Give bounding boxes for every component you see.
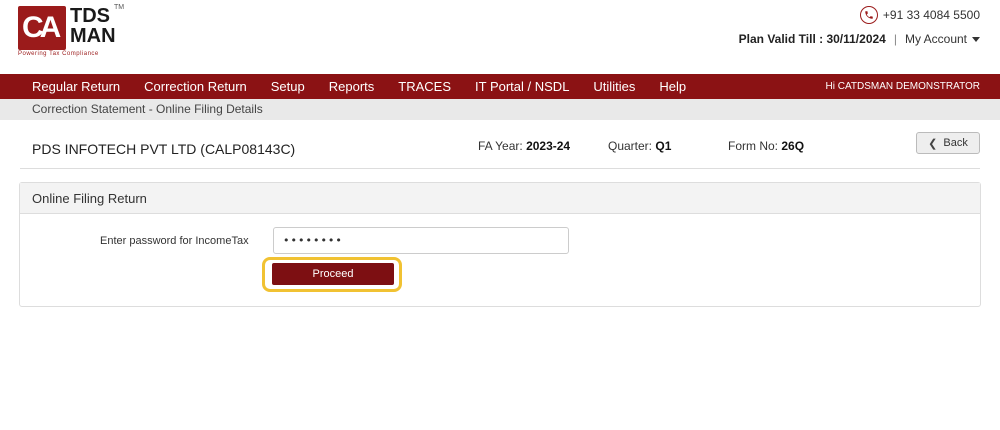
form-no-label: Form No: xyxy=(728,139,779,153)
online-filing-panel: Online Filing Return Enter password for … xyxy=(19,182,981,307)
chevron-left-icon: ❮ xyxy=(928,137,938,150)
caret-down-icon xyxy=(972,36,980,42)
logo-mark-text: CA xyxy=(22,11,61,44)
nav-help[interactable]: Help xyxy=(647,74,698,99)
logo[interactable]: CA TDS MAN TM Powering Tax Compliance xyxy=(18,4,125,57)
phone-number: +91 33 4084 5500 xyxy=(882,8,980,22)
nav-it-portal-nsdl[interactable]: IT Portal / NSDL xyxy=(463,74,581,99)
breadcrumb: Correction Statement - Online Filing Det… xyxy=(0,99,1000,120)
header-separator: | xyxy=(893,32,897,46)
quarter-value: Q1 xyxy=(655,139,672,153)
nav-regular-return[interactable]: Regular Return xyxy=(0,74,132,99)
quarter: Quarter: Q1 xyxy=(608,139,671,153)
back-button[interactable]: ❮ Back xyxy=(916,132,980,154)
user-greeting: Hi CATDSMAN DEMONSTRATOR xyxy=(825,81,980,92)
my-account-dropdown[interactable]: My Account xyxy=(905,32,980,46)
my-account-label: My Account xyxy=(904,32,967,46)
incometax-password-input[interactable] xyxy=(273,227,569,254)
header: CA TDS MAN TM Powering Tax Compliance +9… xyxy=(0,0,1000,74)
logo-name: TDS MAN xyxy=(70,6,116,46)
nav-setup[interactable]: Setup xyxy=(259,74,317,99)
form-no-value: 26Q xyxy=(781,139,805,153)
main-navbar: Regular Return Correction Return Setup R… xyxy=(0,74,1000,99)
return-info-row: PDS INFOTECH PVT LTD (CALP08143C) FA Yea… xyxy=(20,127,980,169)
back-button-label: Back xyxy=(943,137,968,149)
panel-title: Online Filing Return xyxy=(20,183,980,214)
logo-name-line1: TDS xyxy=(70,5,110,27)
fa-year-label: FA Year: xyxy=(478,139,523,153)
nav-utilities[interactable]: Utilities xyxy=(581,74,647,99)
logo-mark: CA xyxy=(18,6,66,50)
proceed-button[interactable]: Proceed xyxy=(272,263,394,285)
phone-contact: +91 33 4084 5500 xyxy=(859,5,980,25)
fa-year-value: 2023-24 xyxy=(526,139,571,153)
company-name: PDS INFOTECH PVT LTD (CALP08143C) xyxy=(32,141,296,157)
logo-name-line2: MAN xyxy=(70,25,116,47)
nav-reports[interactable]: Reports xyxy=(317,74,387,99)
form-no: Form No: 26Q xyxy=(728,139,804,153)
quarter-label: Quarter: xyxy=(608,139,653,153)
logo-tagline: Powering Tax Compliance xyxy=(18,51,99,57)
fa-year: FA Year: 2023-24 xyxy=(478,139,570,153)
phone-icon xyxy=(859,6,878,24)
nav-correction-return[interactable]: Correction Return xyxy=(132,74,259,99)
password-label: Enter password for IncomeTax xyxy=(100,235,249,247)
plan-valid-till: Plan Valid Till : 30/11/2024 xyxy=(738,32,886,46)
nav-traces[interactable]: TRACES xyxy=(386,74,463,99)
logo-trademark: TM xyxy=(114,4,125,11)
plan-row: Plan Valid Till : 30/11/2024 | My Accoun… xyxy=(739,30,980,48)
